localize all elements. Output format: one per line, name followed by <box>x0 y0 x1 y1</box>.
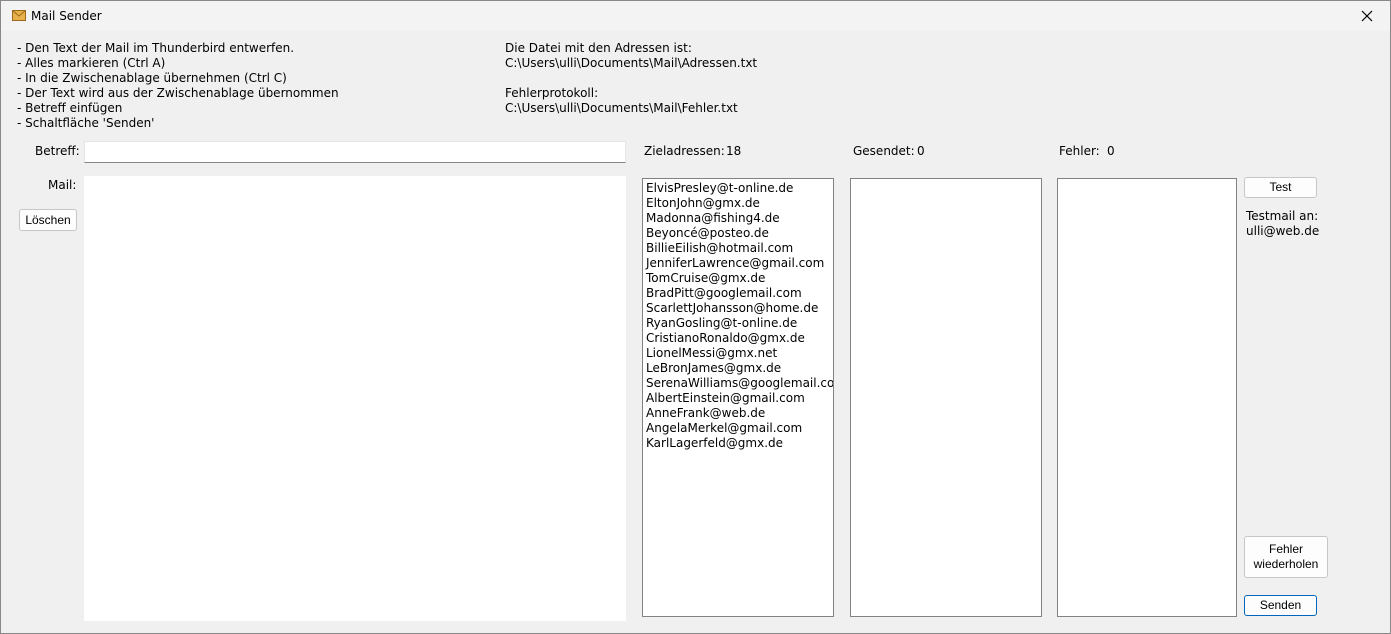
list-item[interactable]: BillieEilish@hotmail.com <box>646 241 830 256</box>
list-item[interactable]: LeBronJames@gmx.de <box>646 361 830 376</box>
instruction-line: - Der Text wird aus der Zwischenablage ü… <box>17 86 339 100</box>
list-item[interactable]: SerenaWilliams@googlemail.com <box>646 376 833 391</box>
envelope-icon <box>12 10 26 21</box>
errors-list[interactable] <box>1057 178 1237 617</box>
address-file-label: Die Datei mit den Adressen ist: <box>505 41 692 55</box>
close-icon <box>1361 10 1373 22</box>
list-item[interactable]: EltonJohn@gmx.de <box>646 196 830 211</box>
list-item[interactable]: CristianoRonaldo@gmx.de <box>646 331 830 346</box>
list-item[interactable]: JenniferLawrence@gmail.com <box>646 256 830 271</box>
list-item[interactable]: Madonna@fishing4.de <box>646 211 830 226</box>
instruction-line: - Betreff einfügen <box>17 101 123 115</box>
sent-list[interactable] <box>850 178 1042 617</box>
list-item[interactable]: LionelMessi@gmx.net <box>646 346 830 361</box>
subject-label: Betreff: <box>35 144 80 158</box>
errors-count: 0 <box>1107 144 1115 158</box>
target-addresses-list[interactable]: ElvisPresley@t-online.de EltonJohn@gmx.d… <box>642 178 834 617</box>
list-item[interactable]: ScarlettJohansson@home.de <box>646 301 830 316</box>
testmail-address: ulli@web.de <box>1246 224 1320 238</box>
sent-label: Gesendet: <box>853 144 915 158</box>
list-item[interactable]: AnneFrank@web.de <box>646 406 830 421</box>
list-item[interactable]: ElvisPresley@t-online.de <box>646 181 830 196</box>
errorlog-label: Fehlerprotokoll: <box>505 86 599 100</box>
list-item[interactable]: RyanGosling@t-online.de <box>646 316 830 331</box>
list-item[interactable]: KarlLagerfeld@gmx.de <box>646 436 830 451</box>
retry-line-2: wiederholen <box>1253 557 1319 571</box>
list-item[interactable]: AlbertEinstein@gmail.com <box>646 391 830 406</box>
test-button[interactable]: Test <box>1244 177 1317 198</box>
retry-errors-button[interactable]: Fehler wiederholen <box>1244 536 1328 578</box>
subject-input[interactable] <box>84 141 626 163</box>
errors-label: Fehler: <box>1059 144 1100 158</box>
window-title: Mail Sender <box>31 9 102 23</box>
testmail-label: Testmail an: <box>1246 209 1319 223</box>
mail-body-textarea[interactable] <box>84 176 626 621</box>
clear-button[interactable]: Löschen <box>19 209 77 231</box>
instruction-line: - Den Text der Mail im Thunderbird entwe… <box>17 41 295 55</box>
list-item[interactable]: AngelaMerkel@gmail.com <box>646 421 830 436</box>
list-item[interactable]: TomCruise@gmx.de <box>646 271 830 286</box>
close-button[interactable] <box>1344 1 1390 31</box>
instruction-line: - Schaltfläche 'Senden' <box>17 116 155 130</box>
mail-label: Mail: <box>48 178 77 192</box>
mail-sender-window: Mail Sender - Den Text der Mail im Thund… <box>0 0 1391 634</box>
instruction-line: - Alles markieren (Ctrl A) <box>17 56 166 70</box>
title-bar: Mail Sender <box>1 1 1390 31</box>
list-item[interactable]: Beyoncé@posteo.de <box>646 226 830 241</box>
errorlog-path: C:\Users\ulli\Documents\Mail\Fehler.txt <box>505 101 738 115</box>
list-item[interactable]: BradPitt@googlemail.com <box>646 286 830 301</box>
file-info: Die Datei mit den Adressen ist: C:\Users… <box>505 41 757 116</box>
targets-label: Zieladressen: <box>644 144 725 158</box>
instruction-line: - In die Zwischenablage übernehmen (Ctrl… <box>17 71 287 85</box>
retry-line-1: Fehler <box>1268 542 1303 556</box>
address-file-path: C:\Users\ulli\Documents\Mail\Adressen.tx… <box>505 56 758 70</box>
sent-count: 0 <box>917 144 925 158</box>
send-button[interactable]: Senden <box>1244 595 1317 616</box>
targets-count: 18 <box>726 144 742 158</box>
instructions: - Den Text der Mail im Thunderbird entwe… <box>17 41 339 131</box>
